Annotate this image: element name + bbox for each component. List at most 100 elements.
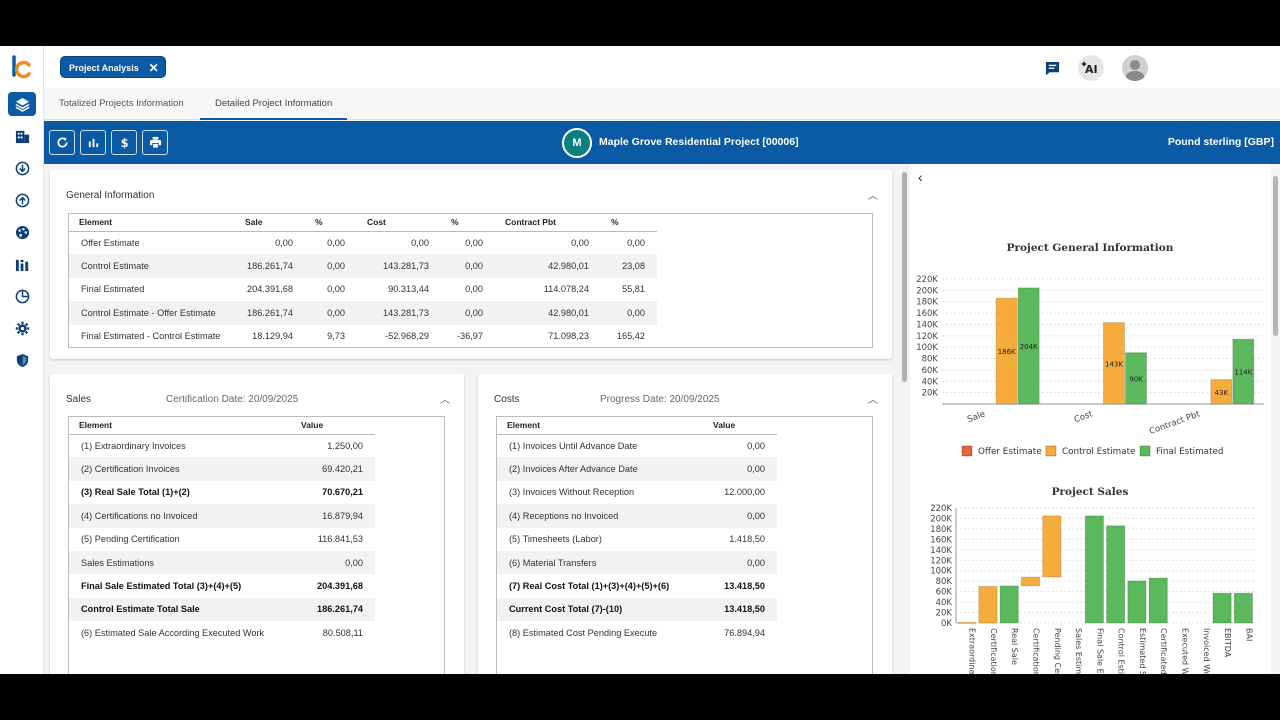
svg-text:$: $ xyxy=(120,137,128,149)
y-tick-label: 60K xyxy=(922,366,939,376)
user-avatar[interactable] xyxy=(1122,55,1148,81)
y-tick-label: 100K xyxy=(930,567,952,577)
table-cell: 0,00 xyxy=(571,237,589,248)
x-tick-label: Pending Cert xyxy=(1053,628,1062,674)
table-row: (7) Real Cost Total (1)+(3)+(4)+(5)+(6) 1… xyxy=(497,574,777,597)
table-row: (6) Estimated Sale According Executed Wo… xyxy=(69,621,375,644)
bar xyxy=(1148,577,1168,624)
bar xyxy=(1212,592,1232,624)
x-tick-label: Final Sale Es xyxy=(1095,628,1104,674)
row-label: (5) Timesheets (Labor) xyxy=(509,534,602,545)
top-bar: Project Analysis ✕ AI xyxy=(44,46,1280,88)
nav-analytics-button[interactable] xyxy=(8,252,36,276)
chart-toggle-button[interactable] xyxy=(80,130,106,155)
table-cell: 0,00 xyxy=(327,237,345,248)
chat-icon xyxy=(1045,61,1059,75)
project-avatar: M xyxy=(562,128,592,158)
card-title: General Information xyxy=(66,190,155,201)
collapse-chevron-icon[interactable]: ︿ xyxy=(440,391,450,406)
bar xyxy=(1127,580,1147,624)
tab-totalized-projects[interactable]: Totalized Projects Information xyxy=(44,88,199,120)
table-cell: -52.968,29 xyxy=(385,331,429,342)
row-value: 204.391,68 xyxy=(317,581,363,592)
dollar-icon: $ xyxy=(120,137,128,149)
y-tick-label: 160K xyxy=(916,309,938,319)
currency-button[interactable]: $ xyxy=(111,130,137,155)
table-cell: 143.281,73 xyxy=(357,254,441,278)
y-tick-label: 100K xyxy=(916,343,938,353)
nav-settings-button[interactable] xyxy=(8,316,36,340)
user-avatar-icon xyxy=(1125,60,1145,81)
column-header: % xyxy=(305,214,357,232)
x-tick-label: Cost xyxy=(1073,409,1095,425)
table-cell: 186.261,74 xyxy=(235,254,305,278)
x-tick-label: EBITDA xyxy=(1223,628,1232,658)
costs-table: Element Value (1) Invoices Until Advance… xyxy=(497,417,777,645)
collapse-chevron-icon[interactable]: ︿ xyxy=(868,391,878,406)
chat-button[interactable] xyxy=(1039,55,1065,81)
main-scrollbar[interactable] xyxy=(900,164,910,674)
table-cell: Offer Estimate xyxy=(81,237,140,248)
legend-swatch xyxy=(1045,445,1057,457)
tab-detailed-project[interactable]: Detailed Project Information xyxy=(200,88,348,120)
bar-data-label: 204K xyxy=(1020,343,1038,351)
refresh-icon xyxy=(57,137,68,148)
y-tick-label: 180K xyxy=(930,525,952,535)
table-cell: 186.261,74 xyxy=(235,301,305,325)
row-label: Current Cost Total (7)-(10) xyxy=(497,597,703,622)
project-title: Maple Grove Residential Project [00006] xyxy=(599,136,799,148)
x-tick-label: Sale xyxy=(966,409,987,425)
ai-assistant-button[interactable]: AI xyxy=(1078,55,1104,81)
close-icon[interactable]: ✕ xyxy=(149,57,159,79)
download-circle-icon xyxy=(15,161,29,175)
table-cell: 204.391,68 xyxy=(247,284,293,295)
y-tick-label: 0K xyxy=(941,619,952,629)
column-header: Cost xyxy=(357,214,441,232)
project-analysis-tab-chip[interactable]: Project Analysis ✕ xyxy=(60,56,166,78)
nav-reports-button[interactable] xyxy=(8,284,36,308)
table-row: (5) Pending Certification 116.841,53 xyxy=(69,528,375,551)
chip-label: Project Analysis xyxy=(69,63,139,73)
charts-pane: ‹ Project General Information 20K 40K 60K 8… xyxy=(910,164,1280,674)
nav-layers-button[interactable] xyxy=(8,92,36,116)
row-value: 13.418,50 xyxy=(703,597,777,622)
y-tick-label: 220K xyxy=(916,275,938,285)
bar xyxy=(1042,515,1062,578)
scrollbar-thumb[interactable] xyxy=(902,172,907,382)
column-header: Value xyxy=(291,417,375,435)
table-row: Offer Estimate 0,00 0,00 0,00 0,00 0,00 0,00 xyxy=(69,231,657,254)
nav-building-button[interactable] xyxy=(8,124,36,148)
general-information-card: General Information ︿ Element Sale% Cost% C… xyxy=(50,170,892,359)
row-label: (6) Estimated Sale According Executed Wo… xyxy=(81,627,265,638)
nav-download-button[interactable] xyxy=(8,156,36,180)
back-chevron-icon[interactable]: ‹ xyxy=(918,169,923,185)
table-row: Final Estimated 204.391,68 0,00 90.313,44 0,… xyxy=(69,278,657,301)
table-cell: 114.078,24 xyxy=(543,284,589,295)
tab-bar: Totalized Projects Information Detailed … xyxy=(44,88,1280,120)
row-value: 13.418,50 xyxy=(724,581,765,592)
row-value: 0,00 xyxy=(291,550,375,575)
print-button[interactable] xyxy=(142,130,168,155)
nav-dashboard-button[interactable] xyxy=(8,220,36,244)
row-label: (1) Invoices Until Advance Date xyxy=(509,440,638,451)
row-value: 1.250,00 xyxy=(327,440,363,451)
refresh-button[interactable] xyxy=(49,130,75,155)
y-tick-label: 80K xyxy=(922,355,939,365)
bar-data-label: 90K xyxy=(1129,375,1143,383)
scrollbar-thumb[interactable] xyxy=(1273,176,1278,336)
nav-security-button[interactable] xyxy=(8,348,36,372)
column-header: % xyxy=(601,214,657,232)
bar-data-label: 114K xyxy=(1234,369,1252,377)
sales-table: Element Value (1) Extraordinary Invoices… xyxy=(69,417,375,645)
bar xyxy=(957,621,977,624)
progress-date: Progress Date: 20/09/2025 xyxy=(600,394,720,405)
bar-data-label: 143K xyxy=(1105,360,1123,368)
y-tick-label: 120K xyxy=(930,556,952,566)
table-row: (1) Extraordinary Invoices 1.250,00 xyxy=(69,434,375,457)
collapse-chevron-icon[interactable]: ︿ xyxy=(868,187,878,202)
charts-scrollbar[interactable] xyxy=(1271,164,1280,674)
row-value: 1.418,50 xyxy=(729,534,765,545)
nav-upload-button[interactable] xyxy=(8,188,36,212)
table-cell: Control Estimate - Offer Estimate xyxy=(69,301,235,325)
table-row: (6) Material Transfers 0,00 xyxy=(497,550,777,575)
